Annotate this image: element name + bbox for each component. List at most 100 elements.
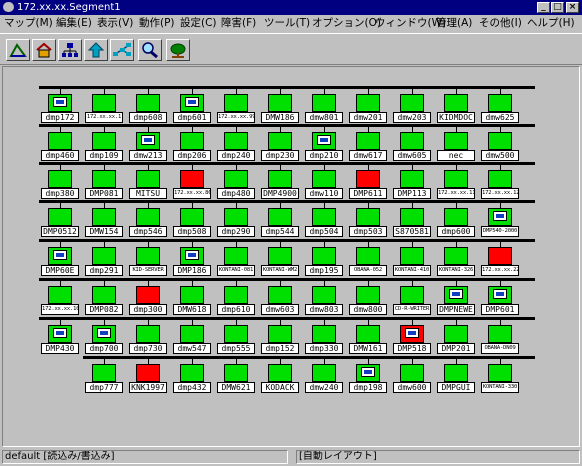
host-node-icon[interactable] [224, 286, 248, 304]
node-label[interactable]: OBANA-DN09 [481, 343, 519, 354]
host-node-icon[interactable] [488, 132, 512, 150]
host-node-icon[interactable] [268, 364, 292, 382]
host-node-icon[interactable] [488, 94, 512, 112]
menu-options[interactable]: オプション(O) [312, 17, 381, 30]
node-label[interactable]: DMW186 [261, 112, 299, 123]
node-label[interactable]: dmp546 [129, 226, 167, 237]
tree-button[interactable] [166, 39, 190, 61]
node-label[interactable]: dmw801 [305, 112, 343, 123]
host-node-icon[interactable] [136, 208, 160, 226]
node-label[interactable]: dmp109 [85, 150, 123, 161]
node-label[interactable]: DMPGUI [437, 382, 475, 393]
node-label[interactable]: dmp290 [217, 226, 255, 237]
host-node-icon[interactable] [312, 286, 336, 304]
host-node-icon[interactable] [312, 325, 336, 343]
host-node-icon[interactable] [400, 132, 424, 150]
host-node-icon[interactable] [180, 325, 204, 343]
node-label[interactable]: dmp195 [305, 265, 343, 276]
node-label[interactable]: DMP4900 [261, 188, 299, 199]
host-node-icon[interactable] [312, 94, 336, 112]
host-node-icon[interactable] [92, 286, 116, 304]
host-node-icon[interactable] [444, 364, 468, 382]
node-label[interactable]: KID-SERVER [129, 265, 167, 276]
host-node-icon[interactable] [224, 170, 248, 188]
node-label[interactable]: KONTANI-326 [437, 265, 475, 276]
node-label[interactable]: dmp291 [85, 265, 123, 276]
node-label[interactable]: dmw240 [305, 382, 343, 393]
node-label[interactable]: DMW161 [349, 343, 387, 354]
node-label[interactable]: dmp206 [173, 150, 211, 161]
node-label[interactable]: 172.xx.xx.227 [481, 265, 519, 276]
node-label[interactable]: dmp544 [261, 226, 299, 237]
computer-node-icon[interactable] [92, 325, 116, 343]
host-node-icon[interactable] [180, 208, 204, 226]
menu-help[interactable]: ヘルプ(H) [527, 17, 575, 30]
node-label[interactable]: dmp503 [349, 226, 387, 237]
host-node-icon[interactable] [400, 286, 424, 304]
host-node-icon[interactable] [136, 364, 160, 382]
menu-tools[interactable]: ツール(T) [264, 17, 310, 30]
maximize-button[interactable]: □ [551, 2, 564, 13]
node-label[interactable]: dmw201 [349, 112, 387, 123]
up-button[interactable] [84, 39, 108, 61]
computer-node-icon[interactable] [48, 325, 72, 343]
host-node-icon[interactable] [400, 208, 424, 226]
node-label[interactable]: DMW154 [85, 226, 123, 237]
host-node-icon[interactable] [444, 325, 468, 343]
node-label[interactable]: DMP601 [481, 304, 519, 315]
node-label[interactable]: dmp600 [437, 226, 475, 237]
node-label[interactable]: DMP540-2000 [481, 226, 519, 237]
node-label[interactable]: dmw800 [349, 304, 387, 315]
host-node-icon[interactable] [268, 94, 292, 112]
node-label[interactable]: DMP611 [349, 188, 387, 199]
computer-node-icon[interactable] [136, 132, 160, 150]
computer-node-icon[interactable] [180, 247, 204, 265]
host-node-icon[interactable] [312, 247, 336, 265]
host-node-icon[interactable] [48, 132, 72, 150]
host-node-icon[interactable] [488, 170, 512, 188]
host-node-icon[interactable] [48, 170, 72, 188]
node-label[interactable]: KONTANI-081 [217, 265, 255, 276]
node-label[interactable]: dmw213 [129, 150, 167, 161]
host-node-icon[interactable] [444, 247, 468, 265]
menu-map[interactable]: マップ(M) [4, 17, 53, 30]
host-node-icon[interactable] [356, 247, 380, 265]
node-label[interactable]: dmw617 [349, 150, 387, 161]
node-label[interactable]: dmp230 [261, 150, 299, 161]
node-label[interactable]: dmw625 [481, 112, 519, 123]
segment-button[interactable] [6, 39, 30, 61]
host-node-icon[interactable] [312, 364, 336, 382]
node-label[interactable]: dmp601 [173, 112, 211, 123]
search-button[interactable] [138, 39, 162, 61]
host-node-icon[interactable] [92, 208, 116, 226]
node-label[interactable]: dmp380 [41, 188, 79, 199]
node-label[interactable]: DMP113 [393, 188, 431, 199]
host-node-icon[interactable] [136, 286, 160, 304]
computer-node-icon[interactable] [488, 208, 512, 226]
node-label[interactable]: DMP518 [393, 343, 431, 354]
topology-button[interactable] [110, 39, 134, 61]
node-label[interactable]: dmp700 [85, 343, 123, 354]
node-label[interactable]: dmp198 [349, 382, 387, 393]
node-label[interactable]: DMP430 [41, 343, 79, 354]
node-label[interactable]: DMP082 [85, 304, 123, 315]
node-label[interactable]: dmp152 [261, 343, 299, 354]
node-label[interactable]: dmp555 [217, 343, 255, 354]
host-node-icon[interactable] [268, 247, 292, 265]
node-label[interactable]: dmp460 [41, 150, 79, 161]
host-node-icon[interactable] [488, 325, 512, 343]
node-label[interactable]: nec [437, 150, 475, 161]
computer-node-icon[interactable] [48, 94, 72, 112]
host-node-icon[interactable] [400, 94, 424, 112]
node-label[interactable]: dmw203 [393, 112, 431, 123]
node-label[interactable]: OBANA-052 [349, 265, 387, 276]
host-node-icon[interactable] [444, 132, 468, 150]
node-label[interactable]: dmp210 [305, 150, 343, 161]
node-label[interactable]: 172.xx.xx.128 [481, 188, 519, 199]
host-node-icon[interactable] [312, 170, 336, 188]
menu-settings[interactable]: 設定(C) [180, 17, 217, 30]
host-node-icon[interactable] [180, 170, 204, 188]
host-node-icon[interactable] [136, 325, 160, 343]
node-label[interactable]: dmw605 [393, 150, 431, 161]
node-label[interactable]: dmp172 [41, 112, 79, 123]
